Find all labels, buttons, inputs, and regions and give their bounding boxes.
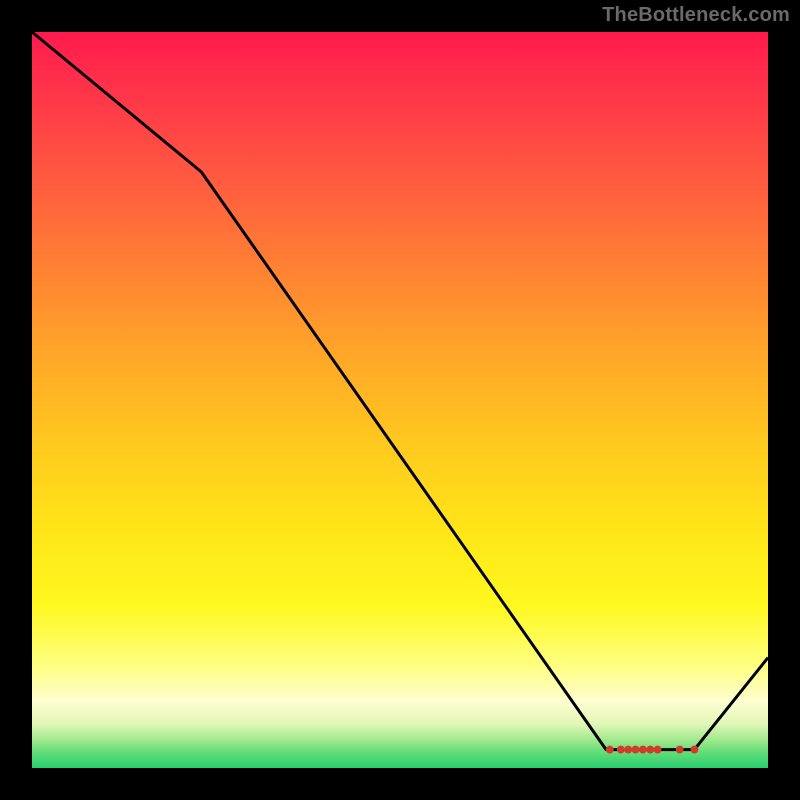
data-marker xyxy=(617,746,625,754)
data-marker xyxy=(606,746,614,754)
data-marker xyxy=(676,746,684,754)
data-marker xyxy=(639,746,647,754)
data-marker xyxy=(690,746,698,754)
chart-stage: TheBottleneck.com xyxy=(0,0,800,800)
data-marker xyxy=(632,746,640,754)
data-marker xyxy=(624,746,632,754)
series-line xyxy=(32,32,768,750)
chart-svg xyxy=(32,32,768,768)
data-marker xyxy=(646,746,654,754)
data-marker xyxy=(654,746,662,754)
plot-area xyxy=(30,30,770,770)
watermark-text: TheBottleneck.com xyxy=(602,4,790,27)
